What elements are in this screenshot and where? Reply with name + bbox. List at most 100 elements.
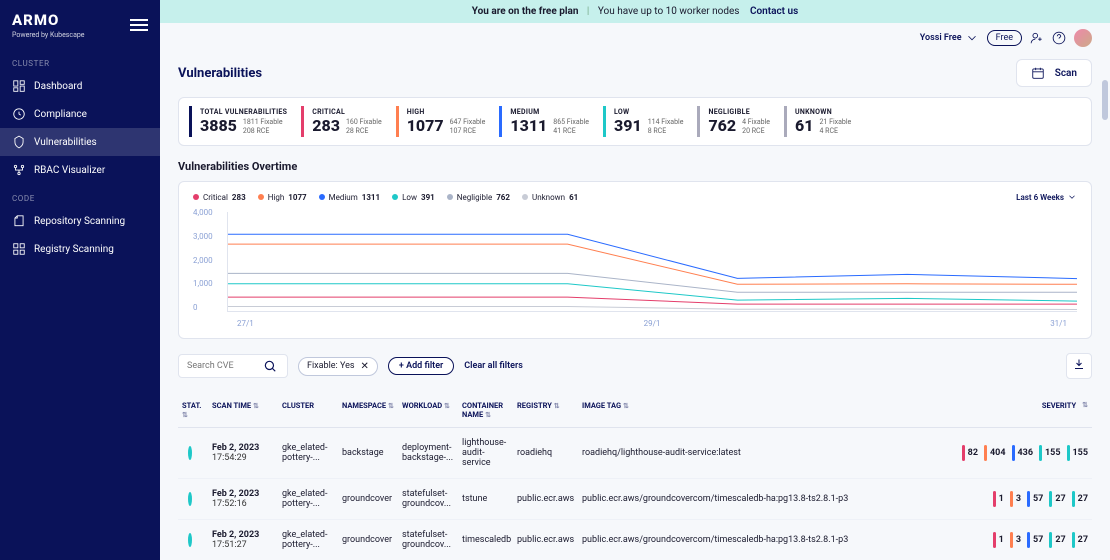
legend-item[interactable]: High 1077: [258, 193, 307, 202]
search-input[interactable]: [187, 361, 257, 371]
chevron-down-icon: [1067, 192, 1077, 202]
sidebar-item-repository-scanning[interactable]: Repository Scanning: [0, 207, 160, 235]
summary-sub: 1811 Fixable208 RCE: [243, 118, 283, 135]
chart-legend: Critical 283 High 1077 Medium 1311 Low 3…: [193, 193, 578, 202]
col-registry[interactable]: REGISTRY ⇅: [513, 399, 578, 421]
nav-icon: [12, 242, 26, 256]
cell-cluster: gke_elated-pottery-...: [278, 528, 338, 552]
legend-item[interactable]: Medium 1311: [319, 193, 380, 202]
plan-pill[interactable]: Free: [987, 30, 1022, 46]
summary-card-total-vulnerabilities[interactable]: TOTAL VULNERABILITIES 3885 1811 Fixable2…: [189, 106, 293, 137]
table-row[interactable]: Feb 2, 202317:54:29 gke_elated-pottery-.…: [178, 428, 1092, 479]
summary-label: NEGLIGIBLE: [708, 108, 770, 116]
topbar: Yossi Free Free: [160, 23, 1110, 53]
nav-icon: [12, 214, 26, 228]
x-tick: 31/1: [1050, 319, 1067, 328]
col-severity[interactable]: SEVERITY ⇅: [882, 399, 1092, 421]
legend-dot: [319, 194, 325, 200]
status-indicator: [188, 446, 192, 460]
help-icon[interactable]: [1052, 31, 1066, 45]
summary-sub: 647 Fixable107 RCE: [450, 118, 486, 135]
download-button[interactable]: [1066, 353, 1092, 379]
legend-item[interactable]: Unknown 61: [522, 193, 578, 202]
legend-count: 283: [232, 193, 246, 202]
nav-item-label: RBAC Visualizer: [34, 165, 105, 176]
nav-icon: [12, 107, 26, 121]
summary-card-negligible[interactable]: NEGLIGIBLE 762 4 Fixable20 RCE: [697, 106, 776, 137]
chevron-down-icon: [965, 31, 979, 45]
legend-count: 762: [496, 193, 510, 202]
close-icon[interactable]: ✕: [361, 361, 369, 372]
summary-label: CRITICAL: [312, 108, 381, 116]
table-row[interactable]: Feb 2, 202317:51:27 gke_elated-pottery-.…: [178, 520, 1092, 560]
clear-filters-link[interactable]: Clear all filters: [464, 361, 523, 371]
summary-card-medium[interactable]: MEDIUM 1311 865 Fixable41 RCE: [499, 106, 595, 137]
legend-item[interactable]: Negligible 762: [447, 193, 510, 202]
sev-pill: 3: [1010, 491, 1021, 507]
user-menu[interactable]: Yossi Free: [920, 31, 979, 45]
summary-cards: TOTAL VULNERABILITIES 3885 1811 Fixable2…: [178, 97, 1092, 146]
contact-us-link[interactable]: Contact us: [750, 6, 798, 17]
scan-date: Feb 2, 2023: [212, 489, 274, 499]
sev-pill: 57: [1027, 532, 1043, 548]
legend-label: Low: [402, 193, 417, 202]
legend-item[interactable]: Critical 283: [193, 193, 246, 202]
scrollbar[interactable]: [1102, 80, 1108, 120]
x-axis: 27/129/131/1: [227, 319, 1077, 328]
nav-icon: [12, 79, 26, 93]
time-range-label: Last 6 Weeks: [1016, 193, 1064, 202]
x-tick: 29/1: [644, 319, 661, 328]
sidebar-header: ARMO Powered by Kubescape: [0, 0, 160, 49]
scan-button[interactable]: Scan: [1016, 59, 1092, 87]
col-workload[interactable]: WORKLOAD ⇅: [398, 399, 458, 421]
summary-card-high[interactable]: HIGH 1077 647 Fixable107 RCE: [396, 106, 492, 137]
vuln-table: STAT. ⇅ SCAN TIME ⇅ CLUSTER NAMESPACE ⇅ …: [178, 393, 1092, 560]
time-range-selector[interactable]: Last 6 Weeks: [1016, 192, 1077, 202]
cell-registry: roadiehq: [513, 446, 578, 460]
status-indicator: [188, 492, 192, 506]
summary-value: 1077: [407, 116, 444, 135]
filter-chip-fixable[interactable]: Fixable: Yes ✕: [298, 357, 378, 376]
chart-line: [228, 244, 1077, 284]
sidebar-item-rbac-visualizer[interactable]: RBAC Visualizer: [0, 156, 160, 184]
search-icon: [263, 359, 277, 373]
sidebar: ARMO Powered by Kubescape CLUSTERDashboa…: [0, 0, 160, 560]
nav-item-label: Registry Scanning: [34, 244, 114, 255]
nav-section-label: CLUSTER: [0, 49, 160, 72]
col-stat[interactable]: STAT. ⇅: [178, 399, 208, 421]
download-icon: [1073, 358, 1085, 370]
summary-sub: 21 Fixable4 RCE: [819, 118, 851, 135]
sidebar-item-dashboard[interactable]: Dashboard: [0, 72, 160, 100]
scan-time: 17:52:16: [212, 499, 274, 509]
search-box[interactable]: [178, 354, 288, 378]
add-filter-button[interactable]: + Add filter: [388, 357, 454, 375]
cell-severity: 13572727: [882, 489, 1092, 509]
cell-registry: public.ecr.aws: [513, 492, 578, 506]
summary-card-low[interactable]: LOW 391 114 Fixable8 RCE: [603, 106, 689, 137]
chart-line: [228, 307, 1077, 310]
sidebar-item-vulnerabilities[interactable]: Vulnerabilities: [0, 128, 160, 156]
nav-item-label: Compliance: [34, 109, 87, 120]
col-cluster[interactable]: CLUSTER: [278, 399, 338, 421]
col-ns[interactable]: NAMESPACE ⇅: [338, 399, 398, 421]
sev-pill: 1: [993, 532, 1004, 548]
invite-icon[interactable]: [1030, 31, 1044, 45]
col-time[interactable]: SCAN TIME ⇅: [208, 399, 278, 421]
sidebar-item-registry-scanning[interactable]: Registry Scanning: [0, 235, 160, 263]
legend-dot: [392, 194, 398, 200]
summary-value: 391: [614, 116, 642, 135]
summary-card-unknown[interactable]: UNKNOWN 61 21 Fixable4 RCE: [784, 106, 857, 137]
sidebar-item-compliance[interactable]: Compliance: [0, 100, 160, 128]
col-image-tag[interactable]: IMAGE TAG ⇅: [578, 399, 882, 421]
summary-card-critical[interactable]: CRITICAL 283 160 Fixable28 RCE: [301, 106, 387, 137]
scan-date: Feb 2, 2023: [212, 443, 274, 453]
y-tick: 3,000: [193, 232, 213, 241]
sev-pill: 57: [1027, 491, 1043, 507]
table-row[interactable]: Feb 2, 202317:52:16 gke_elated-pottery-.…: [178, 479, 1092, 520]
col-container[interactable]: CONTAINER NAME ⇅: [458, 399, 513, 421]
page-title: Vulnerabilities: [178, 66, 262, 81]
menu-toggle-icon[interactable]: [130, 19, 148, 31]
avatar[interactable]: [1074, 29, 1092, 47]
legend-item[interactable]: Low 391: [392, 193, 435, 202]
sev-pill: 3: [1010, 532, 1021, 548]
